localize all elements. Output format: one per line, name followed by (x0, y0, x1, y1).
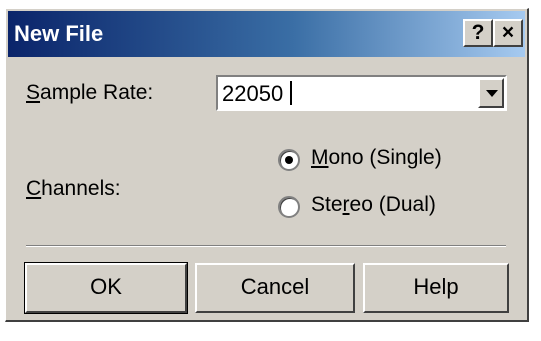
sample-rate-label: Sample Rate: (26, 81, 154, 104)
new-file-dialog: New File ? × Sample Rate: 22050 Channels… (5, 8, 529, 322)
sample-rate-input[interactable]: 22050 (222, 81, 283, 107)
separator (26, 245, 506, 247)
mono-radio[interactable] (278, 149, 300, 171)
close-icon[interactable]: × (493, 19, 523, 47)
help-icon[interactable]: ? (463, 19, 493, 47)
dialog-title: New File (14, 21, 104, 46)
cancel-button[interactable]: Cancel (195, 263, 355, 313)
ok-button[interactable]: OK (24, 262, 188, 314)
help-button[interactable]: Help (363, 263, 509, 313)
sample-rate-combobox[interactable]: 22050 (216, 75, 507, 111)
chevron-down-icon[interactable] (478, 78, 504, 108)
mono-label[interactable]: Mono (Single) (311, 146, 442, 170)
stereo-radio[interactable] (278, 196, 300, 218)
stereo-label[interactable]: Stereo (Dual) (311, 193, 436, 217)
title-bar[interactable]: New File ? × (8, 11, 525, 57)
text-cursor (290, 81, 292, 105)
channels-label: Channels: (26, 177, 121, 200)
